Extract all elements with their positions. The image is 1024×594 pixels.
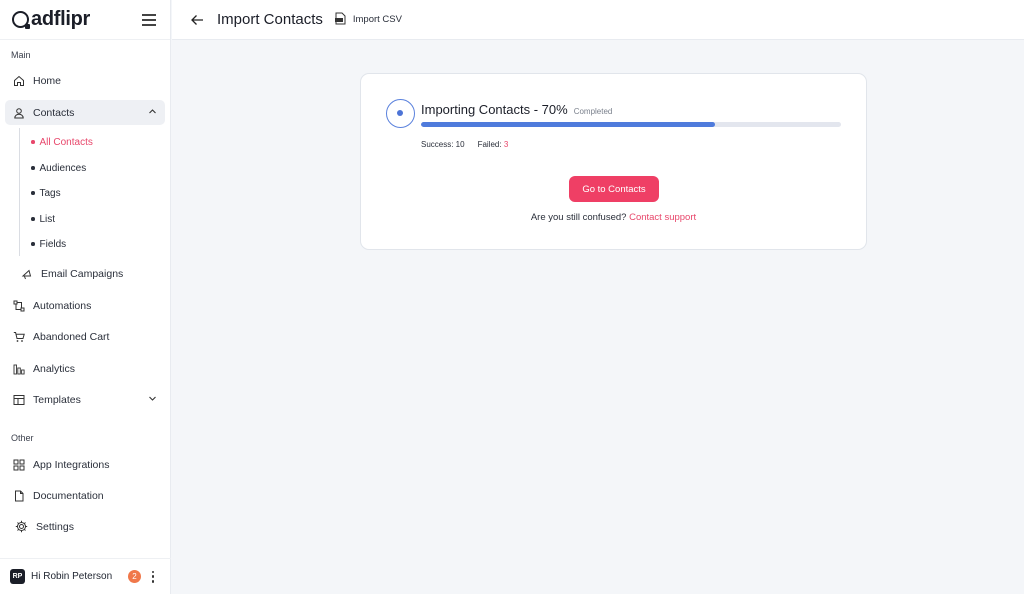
sidebar-item-email-campaigns[interactable]: Email Campaigns: [5, 261, 165, 286]
sidebar-item-label: Templates: [33, 393, 81, 406]
bar-chart-icon: [12, 362, 25, 375]
breadcrumb: Import CSV: [334, 12, 402, 28]
progress-spinner-icon: [386, 99, 415, 128]
sidebar-item-abandoned-cart[interactable]: Abandoned Cart: [5, 324, 165, 349]
user-greeting: Hi Robin Peterson: [31, 571, 113, 582]
csv-file-icon: [334, 12, 346, 28]
sidebar-item-label: Automations: [33, 299, 92, 312]
success-count: Success: 10: [421, 140, 465, 149]
sidebar-subitem-fields[interactable]: Fields: [31, 236, 66, 252]
sidebar-item-settings[interactable]: Settings: [5, 514, 165, 539]
import-stats: Success: 10 Failed: 3: [421, 140, 508, 149]
apps-grid-icon: [12, 458, 25, 471]
top-header: Import Contacts Import CSV: [172, 0, 1024, 40]
cart-icon: [12, 330, 25, 343]
menu-toggle-icon[interactable]: [142, 14, 156, 26]
user-bar[interactable]: RP Hi Robin Peterson 2: [0, 558, 171, 594]
sidebar-item-documentation[interactable]: Documentation: [5, 483, 165, 508]
logo-text: adflipr: [31, 8, 91, 30]
sidebar-item-label: Settings: [36, 520, 74, 533]
notification-badge[interactable]: 2: [128, 570, 141, 583]
progress-bar-fill: [421, 122, 715, 127]
sidebar-item-label: App Integrations: [33, 458, 110, 471]
breadcrumb-label[interactable]: Import CSV: [353, 14, 402, 25]
progress-title: Importing Contacts - 70%: [421, 102, 568, 117]
page-title: Import Contacts: [217, 11, 323, 28]
progress-bar: [421, 122, 841, 127]
sidebar-subitem-audiences[interactable]: Audiences: [31, 160, 86, 176]
help-text: Are you still confused? Contact support: [530, 212, 697, 223]
sidebar-item-contacts[interactable]: Contacts: [5, 100, 165, 125]
sidebar-subitem-all-contacts[interactable]: All Contacts: [31, 134, 93, 150]
progress-status: Completed: [573, 107, 613, 116]
sidebar-item-label: Email Campaigns: [41, 267, 124, 280]
sidebar-item-app-integrations[interactable]: App Integrations: [5, 452, 165, 477]
section-label-other: Other: [11, 433, 34, 443]
submenu-guide-line: [19, 128, 20, 256]
sidebar-item-analytics[interactable]: Analytics: [5, 356, 165, 381]
chevron-up-icon[interactable]: [148, 107, 157, 119]
sidebar-subitem-list[interactable]: List: [31, 211, 55, 227]
automation-icon: [12, 299, 25, 312]
sidebar-subitem-tags[interactable]: Tags: [31, 185, 61, 201]
import-progress-card: Importing Contacts - 70% Completed Succe…: [360, 73, 867, 250]
sidebar-item-label: Abandoned Cart: [33, 330, 110, 343]
sidebar-item-templates[interactable]: Templates: [5, 387, 165, 412]
chevron-down-icon[interactable]: [148, 394, 157, 406]
user-icon: [12, 106, 25, 119]
more-options-icon[interactable]: [151, 570, 155, 583]
sidebar-item-label: Documentation: [33, 489, 104, 502]
sidebar: adflipr Main Home Contacts All Contacts …: [0, 0, 171, 594]
logo[interactable]: adflipr: [12, 8, 90, 31]
template-icon: [12, 393, 25, 406]
gear-icon: [15, 520, 28, 533]
section-label-main: Main: [11, 50, 31, 60]
failed-count: Failed: 3: [477, 140, 509, 149]
back-arrow-icon[interactable]: [190, 13, 204, 27]
go-to-contacts-button[interactable]: Go to Contacts: [569, 176, 659, 202]
contact-support-link[interactable]: Contact support: [629, 212, 696, 223]
sidebar-item-label: Analytics: [33, 362, 76, 375]
sidebar-item-label: Contacts: [33, 106, 75, 119]
avatar: RP: [10, 569, 25, 584]
home-icon: [12, 74, 25, 87]
sidebar-item-home[interactable]: Home: [5, 68, 165, 93]
megaphone-icon: [20, 267, 33, 280]
sidebar-item-label: Home: [33, 74, 62, 87]
logo-mark-icon: [12, 11, 30, 29]
brand-bar: adflipr: [0, 0, 170, 40]
progress-heading: Importing Contacts - 70% Completed: [421, 102, 612, 117]
sidebar-item-automations[interactable]: Automations: [5, 293, 165, 318]
document-icon: [12, 489, 25, 502]
